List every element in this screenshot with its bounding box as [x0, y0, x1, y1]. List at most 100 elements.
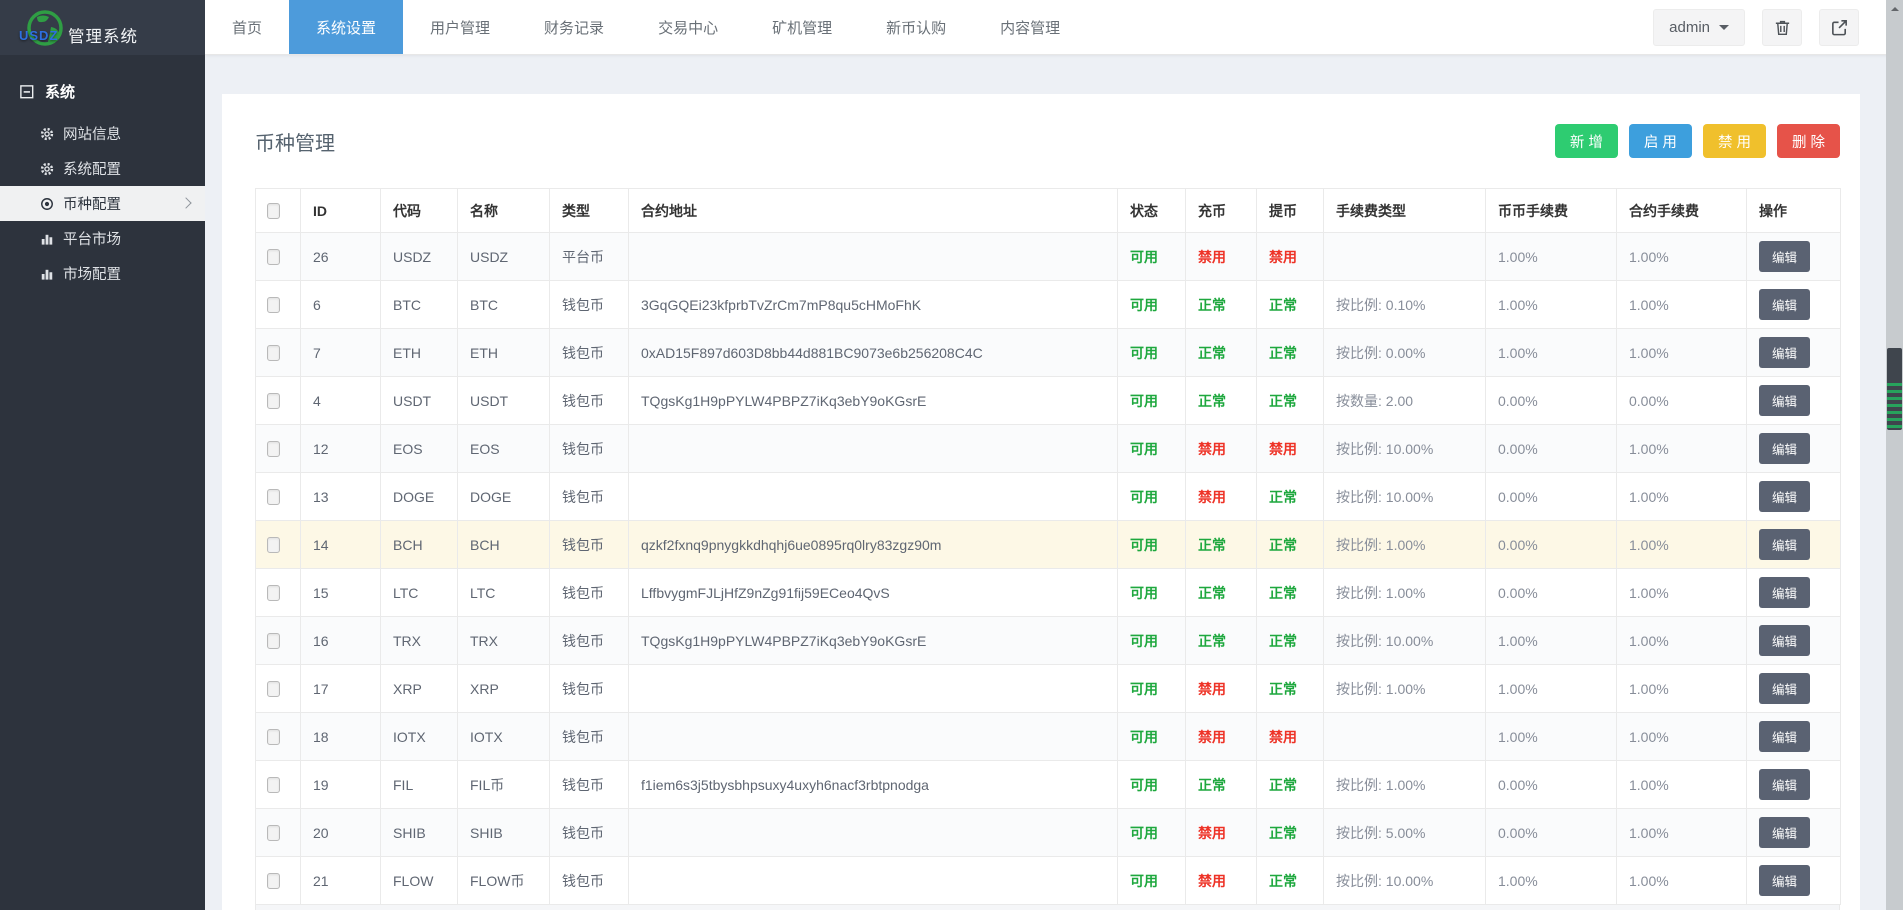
cell-deposit: 正常: [1186, 569, 1257, 617]
row-checkbox[interactable]: [267, 393, 280, 409]
sidebar-item-0[interactable]: 网站信息: [0, 116, 205, 151]
nav-item-3[interactable]: 财务记录: [517, 0, 631, 54]
edit-button[interactable]: 编辑: [1759, 433, 1810, 464]
delete-button[interactable]: 删 除: [1777, 124, 1840, 158]
row-checkbox[interactable]: [267, 537, 280, 553]
cell-type: 钱包币: [550, 281, 629, 329]
cell-checkbox: [256, 809, 301, 857]
edit-button[interactable]: 编辑: [1759, 673, 1810, 704]
edit-button[interactable]: 编辑: [1759, 481, 1810, 512]
nav-item-6[interactable]: 新币认购: [859, 0, 973, 54]
admin-menu-button[interactable]: admin: [1653, 9, 1745, 46]
table-row-TRX: 16TRXTRX钱包币TQgsKg1H9pPYLW4PBPZ7iKq3ebY9o…: [256, 617, 1841, 665]
cell-fee-type: 按比例: 10.00%: [1324, 857, 1486, 905]
sidebar-item-3[interactable]: 平台市场: [0, 221, 205, 256]
nav-item-1[interactable]: 系统设置: [289, 0, 403, 54]
cell-deposit: 禁用: [1186, 233, 1257, 281]
edit-button[interactable]: 编辑: [1759, 721, 1810, 752]
row-checkbox[interactable]: [267, 633, 280, 649]
sidebar-item-2[interactable]: 币种配置: [0, 186, 205, 221]
enable-button[interactable]: 启 用: [1629, 124, 1692, 158]
cell-name: FIL币: [458, 761, 550, 809]
edit-button[interactable]: 编辑: [1759, 769, 1810, 800]
row-checkbox[interactable]: [267, 345, 280, 361]
add-button[interactable]: 新 增: [1555, 124, 1618, 158]
cell-deposit: 禁用: [1186, 473, 1257, 521]
cell-fee-type: 按数量: 2.00: [1324, 377, 1486, 425]
disable-button[interactable]: 禁 用: [1703, 124, 1766, 158]
cell-withdraw: 正常: [1257, 809, 1324, 857]
row-checkbox[interactable]: [267, 777, 280, 793]
cell-deposit: 正常: [1186, 329, 1257, 377]
edit-button[interactable]: 编辑: [1759, 625, 1810, 656]
edit-button[interactable]: 编辑: [1759, 817, 1810, 848]
cell-code: ETH: [381, 329, 458, 377]
header-cell-7: 提币: [1257, 189, 1324, 233]
sidebar-section-system[interactable]: 系统: [0, 55, 205, 116]
row-checkbox[interactable]: [267, 681, 280, 697]
cell-contract-fee: 1.00%: [1617, 521, 1747, 569]
cell-id: 13: [301, 473, 381, 521]
sidebar-item-label: 平台市场: [63, 228, 121, 249]
row-checkbox[interactable]: [267, 249, 280, 265]
nav-item-7[interactable]: 内容管理: [973, 0, 1087, 54]
edit-button[interactable]: 编辑: [1759, 865, 1810, 896]
edit-button[interactable]: 编辑: [1759, 289, 1810, 320]
logout-button[interactable]: [1819, 9, 1859, 46]
cell-status: 可用: [1118, 233, 1186, 281]
cell-checkbox: [256, 761, 301, 809]
cell-name: EOS: [458, 425, 550, 473]
edit-button[interactable]: 编辑: [1759, 337, 1810, 368]
table-row-ETH: 7ETHETH钱包币0xAD15F897d603D8bb44d881BC9073…: [256, 329, 1841, 377]
cell-coin-fee: 1.00%: [1486, 329, 1617, 377]
sidebar-item-1[interactable]: 系统配置: [0, 151, 205, 186]
cell-coin-fee: 1.00%: [1486, 233, 1617, 281]
cell-checkbox: [256, 713, 301, 761]
logo-text: USDZ: [19, 28, 58, 43]
nav-item-5[interactable]: 矿机管理: [745, 0, 859, 54]
cell-fee-type: 按比例: 1.00%: [1324, 569, 1486, 617]
scrollbar-thumb[interactable]: [1887, 348, 1902, 430]
cell-checkbox: [256, 377, 301, 425]
cell-deposit: 禁用: [1186, 713, 1257, 761]
edit-button[interactable]: 编辑: [1759, 529, 1810, 560]
cell-deposit: 正常: [1186, 377, 1257, 425]
cell-name: BCH: [458, 521, 550, 569]
edit-button[interactable]: 编辑: [1759, 241, 1810, 272]
nav-item-2[interactable]: 用户管理: [403, 0, 517, 54]
cell-address: [629, 473, 1118, 521]
cell-status: 可用: [1118, 521, 1186, 569]
scrollbar-up-arrow-icon[interactable]: [1886, 0, 1903, 17]
cell-code: USDT: [381, 377, 458, 425]
cell-name: LTC: [458, 569, 550, 617]
select-all-checkbox[interactable]: [267, 203, 280, 219]
row-checkbox[interactable]: [267, 873, 280, 889]
table-body: 26USDZUSDZ平台币可用禁用禁用1.00%1.00%编辑6BTCBTC钱包…: [256, 233, 1841, 905]
row-checkbox[interactable]: [267, 489, 280, 505]
row-checkbox[interactable]: [267, 441, 280, 457]
top-nav: 首页系统设置用户管理财务记录交易中心矿机管理新币认购内容管理: [205, 0, 1087, 54]
row-checkbox[interactable]: [267, 729, 280, 745]
cell-type: 钱包币: [550, 473, 629, 521]
cell-address: f1iem6s3j5tbysbhpsuxy4uxyh6nacf3rbtpnodg…: [629, 761, 1118, 809]
nav-item-4[interactable]: 交易中心: [631, 0, 745, 54]
trash-button[interactable]: [1762, 9, 1802, 46]
edit-button[interactable]: 编辑: [1759, 577, 1810, 608]
header-cell-6: 充币: [1186, 189, 1257, 233]
header-cell-1: 代码: [381, 189, 458, 233]
sidebar-item-4[interactable]: 市场配置: [0, 256, 205, 291]
nav-item-0[interactable]: 首页: [205, 0, 289, 54]
header-cell-9: 币币手续费: [1486, 189, 1617, 233]
top-bar: 首页系统设置用户管理财务记录交易中心矿机管理新币认购内容管理 admin: [205, 0, 1903, 55]
cell-coin-fee: 0.00%: [1486, 569, 1617, 617]
browser-scrollbar[interactable]: [1886, 0, 1903, 910]
row-checkbox[interactable]: [267, 297, 280, 313]
row-checkbox[interactable]: [267, 825, 280, 841]
table-row-BTC: 6BTCBTC钱包币3GqGQEi23kfprbTvZrCm7mP8qu5cHM…: [256, 281, 1841, 329]
globe-logo-icon: USDZ: [24, 7, 66, 49]
cell-type: 钱包币: [550, 665, 629, 713]
edit-button[interactable]: 编辑: [1759, 385, 1810, 416]
header-cell-11: 操作: [1747, 189, 1841, 233]
row-checkbox[interactable]: [267, 585, 280, 601]
header-cell-5: 状态: [1118, 189, 1186, 233]
